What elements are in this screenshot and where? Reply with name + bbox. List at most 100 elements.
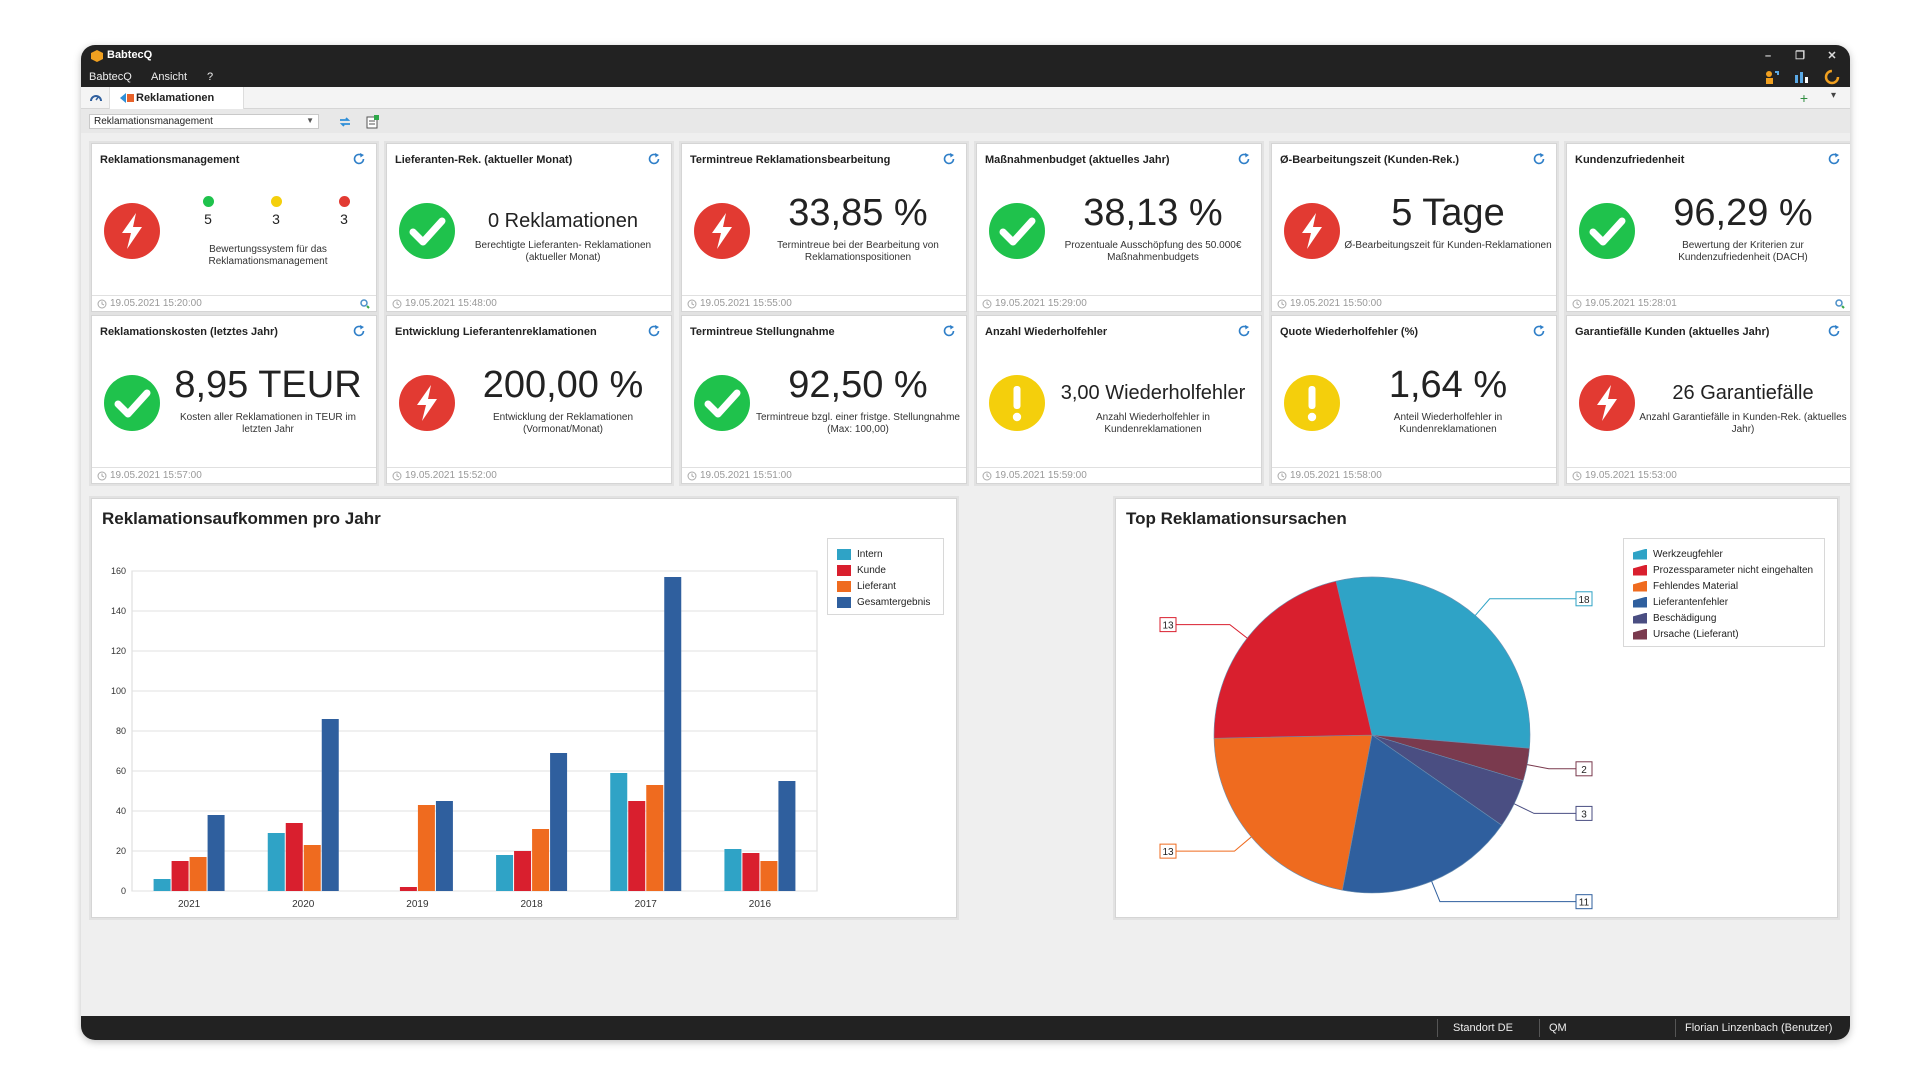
kpi-tile[interactable]: Reklamationskosten (letztes Jahr) 8,95 TE…: [91, 315, 377, 484]
tile-title: Anzahl Wiederholfehler: [985, 326, 1108, 338]
refresh-icon[interactable]: [352, 324, 366, 338]
settings-icon[interactable]: [1833, 297, 1845, 309]
tile-description: Anteil Wiederholfehler in Kundenreklamat…: [1393, 412, 1503, 435]
add-tab-button[interactable]: +: [1800, 90, 1808, 106]
legend-label: Kunde: [857, 564, 886, 576]
bar-intern[interactable]: [153, 879, 171, 891]
sync-icon[interactable]: [1822, 67, 1842, 87]
bar-intern[interactable]: [610, 773, 628, 891]
status-red-icon: [693, 202, 751, 260]
restore-button[interactable]: ❐: [1788, 47, 1812, 65]
bar-intern[interactable]: [496, 855, 514, 891]
bar-gesamtergebnis[interactable]: [550, 753, 568, 891]
tile-timestamp-bar: 19.05.2021 15:59:00: [977, 467, 1261, 483]
tab-menu-button[interactable]: ▾: [1831, 90, 1836, 101]
bar-gesamtergebnis[interactable]: [435, 801, 453, 891]
app-window: BabtecQ – ❐ ✕ BabtecQ Ansicht ? Reklamat…: [81, 45, 1850, 1040]
bar-lieferant[interactable]: [760, 861, 778, 891]
menu-ansicht[interactable]: Ansicht: [151, 71, 187, 83]
kpi-tile[interactable]: Termintreue Stellungnahme 92,50 % Termintr…: [681, 315, 967, 484]
refresh-icon[interactable]: [1237, 152, 1251, 166]
refresh-icon[interactable]: [1827, 324, 1841, 338]
bar-kunde[interactable]: [514, 851, 532, 891]
tile-description: Entwicklung der Reklamationen (Vormonat/…: [492, 412, 634, 435]
dashboard-select[interactable]: Reklamationsmanagement ▼: [89, 114, 319, 129]
dashboard-home-icon[interactable]: [89, 91, 103, 105]
legend-item: Fehlendes Material: [1633, 578, 1814, 594]
tab-reklamationen[interactable]: Reklamationen: [109, 87, 244, 109]
tile-title: Entwicklung Lieferantenreklamationen: [395, 326, 597, 338]
y-tick-label: 80: [116, 726, 126, 736]
refresh-icon[interactable]: [1237, 324, 1251, 338]
bar-kunde[interactable]: [285, 823, 303, 891]
refresh-icon[interactable]: [647, 324, 661, 338]
bar-kunde[interactable]: [628, 801, 646, 891]
legend-swatch: [1633, 564, 1647, 576]
tile-description: Anzahl Wiederholfehler in Kundenreklamat…: [1096, 412, 1210, 435]
tile-timestamp: 19.05.2021 15:48:00: [405, 298, 497, 309]
bar-gesamtergebnis[interactable]: [321, 719, 339, 891]
bar-lieferant[interactable]: [417, 805, 435, 891]
status-green-icon: [988, 202, 1046, 260]
tile-timestamp-bar: 19.05.2021 15:29:00: [977, 295, 1261, 311]
bar-lieferant[interactable]: [646, 785, 664, 891]
refresh-icon[interactable]: [1827, 152, 1841, 166]
bar-lieferant[interactable]: [303, 845, 321, 891]
tile-value: 38,13 %: [1083, 192, 1223, 234]
refresh-icon[interactable]: [942, 324, 956, 338]
bar-gesamtergebnis[interactable]: [207, 815, 225, 891]
refresh-icon[interactable]: [1532, 152, 1546, 166]
pie-value-label: 2: [1581, 765, 1587, 776]
kpi-tile[interactable]: Anzahl Wiederholfehler 3,00 Wiederholfehl…: [976, 315, 1262, 484]
refresh-icon[interactable]: [1532, 324, 1546, 338]
legend-label: Fehlendes Material: [1653, 580, 1739, 592]
refresh-icon[interactable]: [352, 152, 366, 166]
y-tick-label: 40: [116, 806, 126, 816]
kpi-tile[interactable]: Ø-Bearbeitungszeit (Kunden-Rek.) 5 Tage Ø-…: [1271, 143, 1557, 312]
kpi-tile[interactable]: Maßnahmenbudget (aktuelles Jahr) 38,13 % P…: [976, 143, 1262, 312]
tile-timestamp: 19.05.2021 15:20:00: [110, 298, 202, 309]
kpi-tile[interactable]: Reklamationsmanagement 5 3 3 Bewertungssyste…: [91, 143, 377, 312]
green-dot-icon: [202, 196, 214, 207]
bar-kunde[interactable]: [171, 861, 189, 891]
bar-kunde[interactable]: [742, 853, 760, 891]
kpi-tile[interactable]: Entwicklung Lieferantenreklamationen 200,…: [386, 315, 672, 484]
tile-timestamp-bar: 19.05.2021 15:52:00: [387, 467, 671, 483]
bar-lieferant[interactable]: [189, 857, 207, 891]
refresh-icon[interactable]: [942, 152, 956, 166]
refresh-all-icon[interactable]: [337, 114, 353, 130]
tile-title: Termintreue Reklamationsbearbeitung: [690, 154, 891, 166]
tile-timestamp: 19.05.2021 15:50:00: [1290, 298, 1382, 309]
refresh-icon[interactable]: [647, 152, 661, 166]
kpi-tile[interactable]: Garantiefälle Kunden (aktuelles Jahr) 26 …: [1566, 315, 1850, 484]
bar-gesamtergebnis[interactable]: [664, 577, 682, 891]
tile-value: 3,00 Wiederholfehler: [1060, 382, 1246, 404]
legend-label: Werkzeugfehler: [1653, 548, 1723, 560]
kpi-tile[interactable]: Lieferanten-Rek. (aktueller Monat) 0 Rekl…: [386, 143, 672, 312]
legend-label: Prozessparameter nicht eingehalten: [1653, 564, 1814, 576]
bar-gesamtergebnis[interactable]: [778, 781, 796, 891]
legend-item: Prozessparameter nicht eingehalten: [1633, 562, 1814, 578]
legend-item: Gesamtergebnis: [837, 594, 933, 610]
tile-title: Garantiefälle Kunden (aktuelles Jahr): [1575, 326, 1770, 338]
kpi-tile[interactable]: Quote Wiederholfehler (%) 1,64 % Anteil Wi…: [1271, 315, 1557, 484]
clock-icon: [1277, 471, 1287, 481]
edit-dashboard-icon[interactable]: [365, 114, 381, 130]
menu-help[interactable]: ?: [207, 71, 213, 83]
kpi-tile[interactable]: Kundenzufriedenheit 96,29 % Bewertung der …: [1566, 143, 1850, 312]
close-button[interactable]: ✕: [1820, 47, 1844, 65]
bar-lieferant[interactable]: [532, 829, 550, 891]
users-icon[interactable]: [1762, 67, 1782, 87]
settings-icon[interactable]: [358, 297, 370, 309]
bar-kunde[interactable]: [399, 887, 417, 891]
bar-intern[interactable]: [267, 833, 285, 891]
tile-timestamp: 19.05.2021 15:55:00: [700, 298, 792, 309]
title-bar: BabtecQ – ❐ ✕: [81, 45, 1850, 67]
tile-timestamp-bar: 19.05.2021 15:48:00: [387, 295, 671, 311]
minimize-button[interactable]: –: [1756, 47, 1780, 65]
legend-swatch: [837, 564, 851, 576]
menu-babtecq[interactable]: BabtecQ: [89, 71, 132, 83]
kpi-tile[interactable]: Termintreue Reklamationsbearbeitung 33,85…: [681, 143, 967, 312]
chart-export-icon[interactable]: [1792, 67, 1812, 87]
bar-intern[interactable]: [724, 849, 742, 891]
